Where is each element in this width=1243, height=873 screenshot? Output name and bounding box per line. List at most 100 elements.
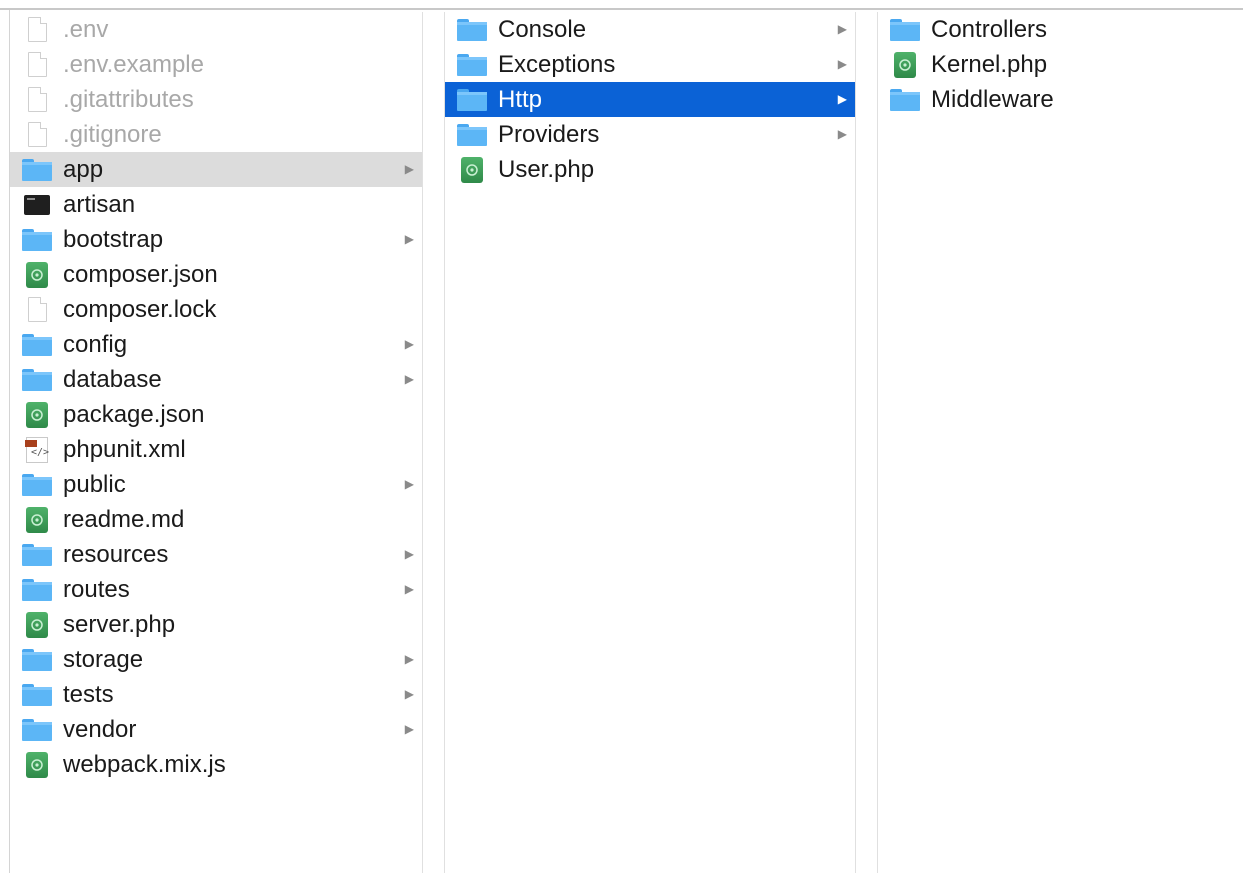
item-label: config xyxy=(63,331,128,358)
column-app[interactable]: Console ▶ Exceptions ▶ Http ▶ Providers ▶ User.p… xyxy=(445,12,856,873)
item-label: Http xyxy=(498,86,543,113)
column-app-divider[interactable] xyxy=(856,12,878,873)
list-item-env[interactable]: .env xyxy=(10,12,422,47)
list-item-tests[interactable]: tests ▶ xyxy=(10,677,422,712)
list-item-phpunit-xml[interactable]: </> phpunit.xml xyxy=(10,432,422,467)
file-icon xyxy=(22,17,52,43)
disclosure-chevron-icon: ▶ xyxy=(404,162,414,176)
item-label: Exceptions xyxy=(498,51,616,78)
item-label: bootstrap xyxy=(63,226,164,253)
code-file-icon xyxy=(457,156,487,183)
code-file-icon xyxy=(22,611,52,638)
list-item-gitignore[interactable]: .gitignore xyxy=(10,117,422,152)
list-item-http[interactable]: Http ▶ xyxy=(445,82,855,117)
item-label: User.php xyxy=(498,156,595,183)
code-file-icon xyxy=(22,751,52,778)
list-item-server-php[interactable]: server.php xyxy=(10,607,422,642)
folder-icon xyxy=(22,472,52,498)
item-label: .env xyxy=(63,16,109,43)
list-item-middleware[interactable]: Middleware xyxy=(878,82,1243,117)
file-icon xyxy=(22,297,52,323)
file-icon xyxy=(22,87,52,113)
item-label: tests xyxy=(63,681,114,708)
list-item-env-example[interactable]: .env.example xyxy=(10,47,422,82)
list-item-providers[interactable]: Providers ▶ xyxy=(445,117,855,152)
item-label: app xyxy=(63,156,104,183)
list-item-user-php[interactable]: User.php xyxy=(445,152,855,187)
item-label: Providers xyxy=(498,121,600,148)
file-icon xyxy=(22,52,52,78)
item-label: database xyxy=(63,366,162,393)
item-label: package.json xyxy=(63,401,205,428)
disclosure-chevron-icon: ▶ xyxy=(404,547,414,561)
disclosure-chevron-icon: ▶ xyxy=(404,652,414,666)
folder-icon xyxy=(22,227,52,253)
list-item-storage[interactable]: storage ▶ xyxy=(10,642,422,677)
code-file-icon xyxy=(22,506,52,533)
folder-icon xyxy=(22,717,52,743)
disclosure-chevron-icon: ▶ xyxy=(404,582,414,596)
item-label: server.php xyxy=(63,611,176,638)
code-file-icon xyxy=(22,261,52,288)
disclosure-chevron-icon: ▶ xyxy=(837,92,847,106)
item-label: readme.md xyxy=(63,506,185,533)
list-item-config[interactable]: config ▶ xyxy=(10,327,422,362)
list-item-routes[interactable]: routes ▶ xyxy=(10,572,422,607)
item-label: public xyxy=(63,471,126,498)
item-label: webpack.mix.js xyxy=(63,751,226,778)
item-label: composer.lock xyxy=(63,296,217,323)
list-item-bootstrap[interactable]: bootstrap ▶ xyxy=(10,222,422,257)
list-item-webpack-mix-js[interactable]: webpack.mix.js xyxy=(10,747,422,782)
disclosure-chevron-icon: ▶ xyxy=(404,372,414,386)
list-item-console[interactable]: Console ▶ xyxy=(445,12,855,47)
list-item-gitattributes[interactable]: .gitattributes xyxy=(10,82,422,117)
list-item-package-json[interactable]: package.json xyxy=(10,397,422,432)
item-label: Middleware xyxy=(931,86,1054,113)
folder-icon xyxy=(22,682,52,708)
folder-icon xyxy=(22,542,52,568)
file-icon xyxy=(22,122,52,148)
folder-icon xyxy=(457,52,487,78)
folder-icon xyxy=(457,122,487,148)
item-label: Kernel.php xyxy=(931,51,1048,78)
disclosure-chevron-icon: ▶ xyxy=(837,57,847,71)
list-item-database[interactable]: database ▶ xyxy=(10,362,422,397)
item-label: .gitignore xyxy=(63,121,162,148)
folder-icon xyxy=(457,17,487,43)
list-item-vendor[interactable]: vendor ▶ xyxy=(10,712,422,747)
list-item-app[interactable]: app ▶ xyxy=(10,152,422,187)
item-label: .gitattributes xyxy=(63,86,194,113)
folder-icon xyxy=(22,157,52,183)
item-label: phpunit.xml xyxy=(63,436,186,463)
list-item-composer-lock[interactable]: composer.lock xyxy=(10,292,422,327)
item-label: storage xyxy=(63,646,144,673)
list-item-exceptions[interactable]: Exceptions ▶ xyxy=(445,47,855,82)
item-label: Console xyxy=(498,16,587,43)
disclosure-chevron-icon: ▶ xyxy=(837,22,847,36)
folder-icon xyxy=(457,87,487,113)
list-item-public[interactable]: public ▶ xyxy=(10,467,422,502)
item-label: routes xyxy=(63,576,130,603)
list-item-resources[interactable]: resources ▶ xyxy=(10,537,422,572)
disclosure-chevron-icon: ▶ xyxy=(404,337,414,351)
item-label: composer.json xyxy=(63,261,218,288)
disclosure-chevron-icon: ▶ xyxy=(837,127,847,141)
list-item-readme-md[interactable]: readme.md xyxy=(10,502,422,537)
code-file-icon xyxy=(890,51,920,78)
disclosure-chevron-icon: ▶ xyxy=(404,687,414,701)
column-root[interactable]: .env .env.example .gitattributes .gitignore… xyxy=(10,12,423,873)
list-item-composer-json[interactable]: composer.json xyxy=(10,257,422,292)
xml-file-icon: </> xyxy=(22,436,52,463)
list-item-kernel-php[interactable]: Kernel.php xyxy=(878,47,1243,82)
column-http[interactable]: Controllers Kernel.php Middleware xyxy=(878,12,1243,873)
terminal-icon xyxy=(22,192,52,218)
folder-icon xyxy=(22,332,52,358)
item-label: .env.example xyxy=(63,51,204,78)
folder-icon xyxy=(890,17,920,43)
disclosure-chevron-icon: ▶ xyxy=(404,722,414,736)
item-label: vendor xyxy=(63,716,137,743)
disclosure-chevron-icon: ▶ xyxy=(404,477,414,491)
list-item-controllers[interactable]: Controllers xyxy=(878,12,1243,47)
list-item-artisan[interactable]: artisan xyxy=(10,187,422,222)
column-root-divider[interactable] xyxy=(423,12,445,873)
